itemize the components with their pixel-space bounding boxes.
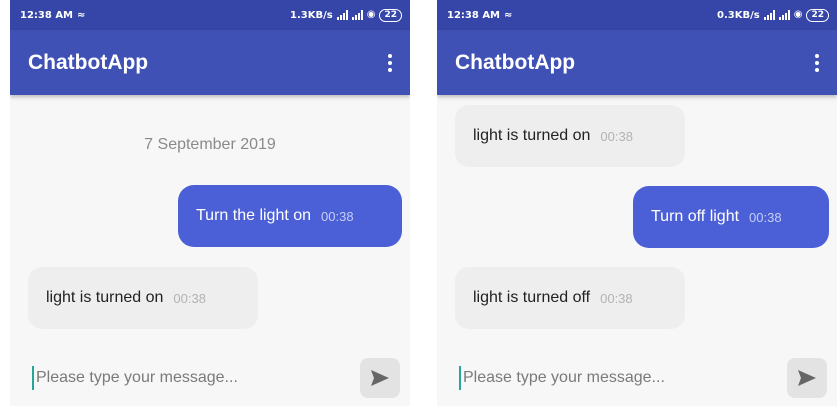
message-bubble-received: light is turned on 00:38 [455,105,685,167]
battery-icon: 22 [806,8,829,22]
status-bar: 12:38 AM ≈ 0.3KB/s ◉ 22 [437,0,837,30]
signal-icon [351,10,363,20]
message-bubble-sent: Turn the light on 00:38 [178,185,402,247]
message-bubble-received: light is turned on 00:38 [28,267,258,329]
message-time: 00:38 [600,290,633,306]
send-icon [798,370,816,386]
date-separator: 7 September 2019 [144,136,276,153]
message-text: Turn the light on [196,207,312,224]
phone-screen-right: 12:38 AM ≈ 0.3KB/s ◉ 22 ChatbotApp light… [437,0,837,406]
message-input[interactable] [463,369,787,387]
text-cursor [32,366,34,390]
message-text: light is turned off [473,289,591,306]
battery-icon: 22 [379,8,402,22]
status-time: 12:38 AM [20,9,74,21]
message-input-bar [10,350,410,406]
signal-icon [336,10,348,20]
app-bar: ChatbotApp [437,30,837,95]
message-time: 00:38 [321,208,354,224]
more-vertical-icon[interactable] [380,51,400,75]
chat-messages[interactable]: light is turned on 00:38 Turn off light … [437,95,837,350]
message-time: 00:38 [173,290,206,306]
message-input[interactable] [36,369,360,387]
send-icon [371,370,389,386]
wifi-icon: ◉ [793,9,803,20]
network-speed: 1.3KB/s [290,9,333,21]
send-button[interactable] [787,358,827,398]
app-title: ChatbotApp [455,50,576,74]
send-button[interactable] [360,358,400,398]
signal-icon [778,10,790,20]
more-vertical-icon[interactable] [807,51,827,75]
app-title: ChatbotApp [28,50,149,74]
signal-icon [763,10,775,20]
usb-icon: ≈ [77,9,86,21]
message-text: light is turned on [46,289,164,306]
message-text: Turn off light [651,208,740,225]
app-bar: ChatbotApp [10,30,410,95]
phone-screen-left: 12:38 AM ≈ 1.3KB/s ◉ 22 ChatbotApp 7 Sep… [10,0,410,406]
network-speed: 0.3KB/s [717,9,760,21]
status-bar: 12:38 AM ≈ 1.3KB/s ◉ 22 [10,0,410,30]
message-text: light is turned on [473,127,591,144]
wifi-icon: ◉ [366,9,376,20]
usb-icon: ≈ [504,9,513,21]
chat-messages[interactable]: 7 September 2019 Turn the light on 00:38… [10,95,410,350]
text-cursor [459,366,461,390]
screenshot-stage: 12:38 AM ≈ 1.3KB/s ◉ 22 ChatbotApp 7 Sep… [0,0,837,406]
message-time: 00:38 [600,128,633,144]
message-bubble-received: light is turned off 00:38 [455,267,685,329]
message-bubble-sent: Turn off light 00:38 [633,186,829,248]
message-input-bar [437,350,837,406]
message-time: 00:38 [749,209,782,225]
status-time: 12:38 AM [447,9,501,21]
